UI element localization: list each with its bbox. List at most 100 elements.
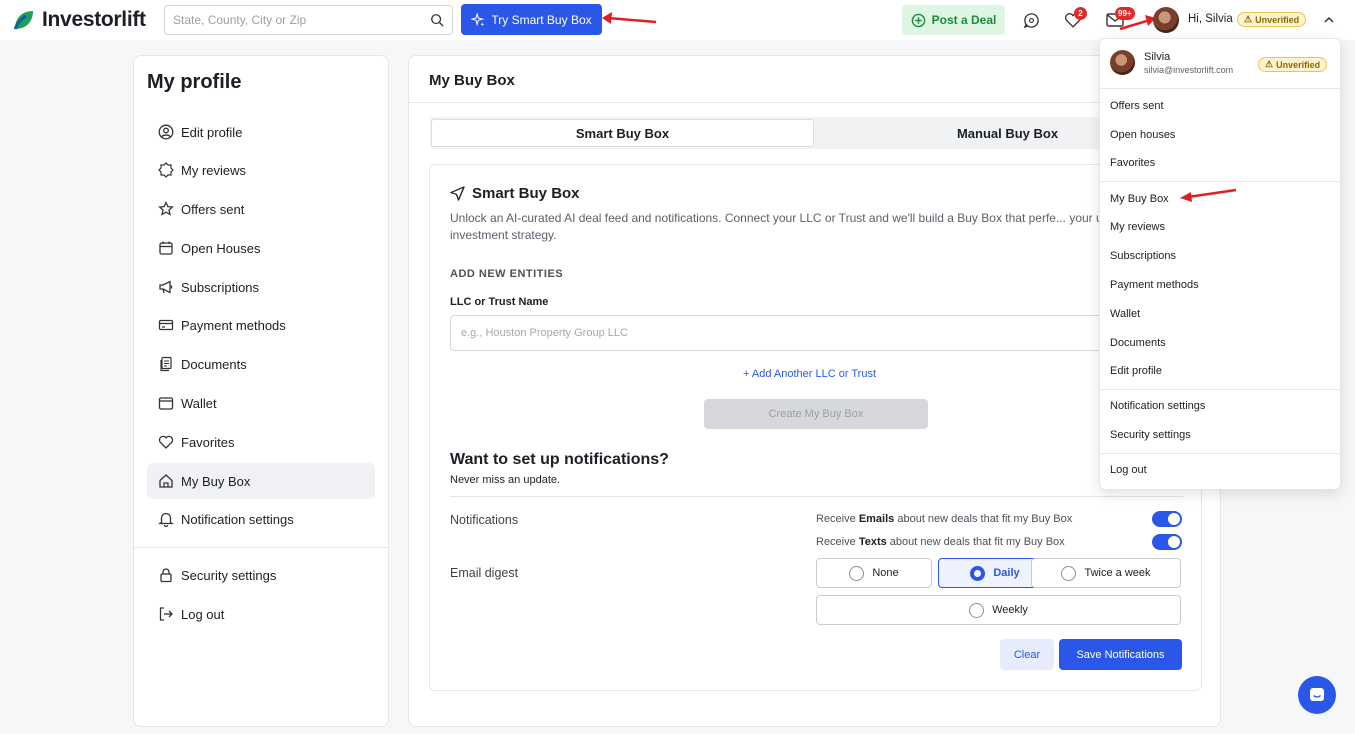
search-icon[interactable]: [430, 13, 444, 27]
digest-option-none[interactable]: None: [816, 558, 932, 588]
smart-buy-box-title: Smart Buy Box: [472, 185, 580, 202]
texts-toggle-prefix: Receive: [816, 536, 856, 548]
sidebar-item-documents[interactable]: Documents: [147, 346, 375, 382]
try-smart-buy-box-button[interactable]: Try Smart Buy Box: [461, 4, 602, 35]
sidebar-item-edit-profile[interactable]: Edit profile: [147, 114, 375, 150]
annotation-arrow-icon: [1119, 15, 1156, 31]
sidebar-item-label: Subscriptions: [181, 279, 260, 295]
dropdown-item-log-out[interactable]: Log out: [1110, 464, 1147, 476]
unverified-label: Unverified: [1255, 14, 1300, 25]
chat-bubble-icon: [1310, 688, 1324, 701]
dropdown-item-favorites[interactable]: Favorites: [1110, 157, 1155, 169]
dropdown-item-payment-methods[interactable]: Payment methods: [1110, 279, 1199, 291]
digest-option-label: None: [872, 567, 899, 579]
dropdown-item-open-houses[interactable]: Open houses: [1110, 129, 1175, 141]
sidebar-item-my-reviews[interactable]: My reviews: [147, 152, 375, 188]
profile-sidebar: My profile Edit profile My reviews Offer…: [133, 55, 389, 727]
digest-option-label: Weekly: [992, 604, 1028, 616]
sidebar-item-log-out[interactable]: Log out: [147, 596, 375, 632]
warning-icon: ⚠: [1265, 59, 1274, 69]
annotation-arrow-icon: [602, 12, 657, 24]
star-icon: [158, 201, 174, 216]
sidebar-item-subscriptions[interactable]: Subscriptions: [147, 269, 375, 305]
tab-smart-buy-box[interactable]: Smart Buy Box: [431, 119, 814, 147]
dropdown-item-notification-settings[interactable]: Notification settings: [1110, 400, 1205, 412]
digest-option-twice-a-week[interactable]: Twice a week: [1031, 558, 1181, 588]
sidebar-item-offers-sent[interactable]: Offers sent: [147, 191, 375, 227]
save-notifications-button[interactable]: Save Notifications: [1059, 639, 1182, 670]
sidebar-item-security-settings[interactable]: Security settings: [147, 557, 375, 593]
sidebar-item-open-houses[interactable]: Open Houses: [147, 230, 375, 266]
dropdown-item-security-settings[interactable]: Security settings: [1110, 429, 1191, 441]
sidebar-item-label: Wallet: [181, 395, 217, 411]
sidebar-item-favorites[interactable]: Favorites: [147, 424, 375, 460]
dropdown-item-edit-profile[interactable]: Edit profile: [1110, 365, 1162, 377]
dropdown-item-my-reviews[interactable]: My reviews: [1110, 221, 1165, 233]
llc-trust-name-input[interactable]: [461, 327, 1182, 339]
top-header: Investorlift Try Smart Buy Box Post a De…: [0, 0, 1355, 40]
user-avatar[interactable]: [1153, 7, 1179, 33]
user-dropdown-menu: Silvia silvia@investorlift.com ⚠ Unverif…: [1099, 38, 1341, 490]
dropdown-avatar: [1110, 50, 1135, 75]
user-greeting[interactable]: Hi, Silvia: [1188, 13, 1233, 25]
user-circle-icon: [158, 124, 174, 140]
radio-selected-icon: [970, 565, 986, 581]
sidebar-item-label: My Buy Box: [181, 473, 251, 489]
llc-trust-name-label: LLC or Trust Name: [450, 296, 549, 308]
sidebar-item-label: Open Houses: [181, 240, 261, 256]
sidebar-item-label: Security settings: [181, 567, 277, 583]
support-chat-button[interactable]: [1298, 676, 1336, 714]
unverified-badge: ⚠ Unverified: [1237, 12, 1307, 27]
chevron-up-icon[interactable]: [1323, 14, 1335, 26]
dropdown-user-info: Silvia silvia@investorlift.com: [1110, 50, 1233, 75]
digest-option-weekly[interactable]: Weekly: [816, 595, 1181, 625]
sidebar-item-label: Payment methods: [181, 317, 286, 333]
dropdown-item-documents[interactable]: Documents: [1110, 337, 1166, 349]
sidebar-item-payment-methods[interactable]: Payment methods: [147, 307, 375, 343]
email-toggle-channel: Emails: [858, 513, 895, 525]
badge-star-icon: [158, 162, 174, 178]
texts-toggle-suffix: about new deals that fit my Buy Box: [889, 536, 1065, 548]
sparkles-icon: [471, 12, 485, 26]
dropdown-item-offers-sent[interactable]: Offers sent: [1110, 100, 1164, 112]
post-a-deal-button[interactable]: Post a Deal: [902, 5, 1005, 35]
create-my-buy-box-button[interactable]: Create My Buy Box: [704, 399, 928, 429]
bell-icon: [158, 512, 174, 527]
chat-icon[interactable]: [1020, 9, 1042, 31]
sidebar-item-label: Notification settings: [181, 511, 294, 527]
email-notifications-toggle[interactable]: [1152, 511, 1182, 527]
dropdown-divider: [1100, 181, 1340, 182]
text-notifications-toggle[interactable]: [1152, 534, 1182, 550]
home-icon: [159, 474, 173, 488]
location-search-input[interactable]: [173, 13, 430, 27]
dropdown-item-subscriptions[interactable]: Subscriptions: [1110, 250, 1176, 262]
sidebar-title: My profile: [147, 71, 242, 93]
llc-trust-name-field[interactable]: [450, 315, 1183, 351]
add-another-llc-link[interactable]: + Add Another LLC or Trust: [743, 368, 876, 380]
smart-buy-box-description: Unlock an AI-curated AI deal feed and no…: [450, 211, 1133, 242]
smart-buy-box-heading: Smart Buy Box: [450, 185, 580, 202]
sidebar-item-notification-settings[interactable]: Notification settings: [147, 501, 375, 537]
dropdown-divider: [1100, 88, 1340, 89]
sidebar-item-my-buy-box[interactable]: My Buy Box: [147, 463, 375, 499]
leaf-logo-icon: [13, 11, 33, 30]
notifications-label: Notifications: [450, 513, 519, 527]
sidebar-item-label: Favorites: [181, 434, 235, 450]
dropdown-divider: [1100, 453, 1340, 454]
email-digest-label: Email digest: [450, 566, 519, 580]
buy-box-tabs: Smart Buy Box Manual Buy Box: [430, 117, 1202, 149]
location-search[interactable]: [164, 5, 453, 35]
brand-logo[interactable]: Investorlift: [12, 8, 146, 32]
credit-card-icon: [158, 319, 174, 331]
try-smart-buy-box-label: Try Smart Buy Box: [491, 12, 592, 27]
dropdown-item-wallet[interactable]: Wallet: [1110, 308, 1140, 320]
documents-icon: [160, 356, 172, 372]
email-toggle-suffix: about new deals that fit my Buy Box: [897, 513, 1073, 525]
dropdown-item-my-buy-box[interactable]: My Buy Box: [1110, 193, 1169, 205]
clear-button[interactable]: Clear: [1000, 639, 1054, 670]
sidebar-item-wallet[interactable]: Wallet: [147, 385, 375, 421]
notifications-heading: Want to set up notifications?: [450, 451, 669, 468]
post-a-deal-label: Post a Deal: [931, 13, 997, 27]
sidebar-item-label: Edit profile: [181, 124, 243, 140]
dropdown-unverified-badge: ⚠ Unverified: [1258, 57, 1328, 72]
